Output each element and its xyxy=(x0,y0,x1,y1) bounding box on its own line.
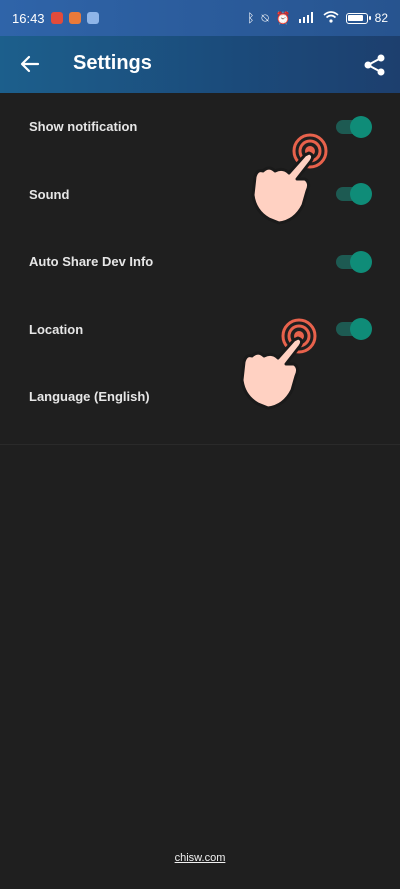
setting-row-sound[interactable]: Sound xyxy=(0,161,400,229)
setting-label: Language (English) xyxy=(29,389,150,405)
share-icon[interactable] xyxy=(362,52,388,78)
status-bar: 16:43 ᛒ ⍉ ⏰ 82 xyxy=(0,0,400,36)
bluetooth-icon: ᛒ xyxy=(247,11,255,25)
mute-icon: ⍉ xyxy=(261,11,269,25)
tap-hand-icon xyxy=(240,318,317,410)
back-arrow-icon[interactable] xyxy=(16,50,44,78)
setting-row-auto-share-dev-info[interactable]: Auto Share Dev Info xyxy=(0,228,400,296)
setting-label: Sound xyxy=(29,186,70,202)
setting-row-language[interactable]: Language (English) xyxy=(0,363,400,431)
app-notification-icon xyxy=(68,12,81,24)
settings-list: Show notification Sound Auto Share Dev I… xyxy=(0,93,400,445)
footer-link[interactable]: chisw.com xyxy=(175,852,226,864)
setting-row-show-notification[interactable]: Show notification xyxy=(0,93,400,161)
battery-percent: 82 xyxy=(374,11,388,25)
list-divider xyxy=(0,431,400,445)
alarm-icon: ⏰ xyxy=(275,11,291,25)
location-toggle[interactable] xyxy=(336,318,372,341)
auto-share-dev-info-toggle[interactable] xyxy=(336,250,372,273)
setting-label: Auto Share Dev Info xyxy=(29,254,154,270)
signal-icon xyxy=(298,11,316,26)
app-bar: Settings xyxy=(0,36,400,93)
gmail-app-icon xyxy=(50,12,63,24)
sound-toggle[interactable] xyxy=(336,183,372,206)
toggle-knob xyxy=(350,318,372,341)
wifi-icon xyxy=(323,10,339,26)
toggle-knob xyxy=(350,183,372,206)
footer: chisw.com xyxy=(0,852,400,864)
setting-label: Location xyxy=(29,321,84,337)
toggle-knob xyxy=(350,250,372,273)
page-title: Settings xyxy=(73,52,152,74)
show-notification-toggle[interactable] xyxy=(336,115,372,138)
status-time: 16:43 xyxy=(12,10,45,26)
battery-icon xyxy=(345,12,371,24)
toggle-knob xyxy=(350,115,372,138)
setting-row-location[interactable]: Location xyxy=(0,296,400,364)
setting-label: Show notification xyxy=(29,119,138,135)
tap-hand-icon xyxy=(251,133,328,225)
app-notification-icon-2 xyxy=(86,12,99,24)
